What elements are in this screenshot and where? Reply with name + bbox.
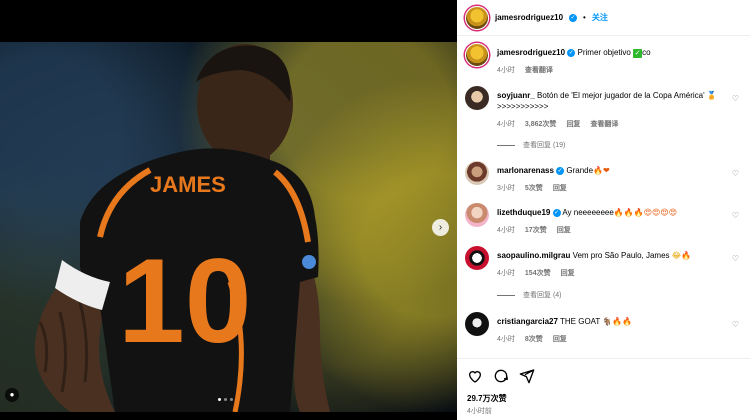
follow-button[interactable]: 关注	[592, 12, 608, 23]
view-replies-label[interactable]: 查看回复 (19)	[523, 140, 565, 150]
caption-time: 4小时	[497, 67, 515, 74]
comment-avatar[interactable]	[465, 203, 489, 227]
chevron-right-icon[interactable]: ›	[432, 219, 449, 236]
comment-time: 4小时	[497, 121, 515, 128]
reply-button[interactable]: 回复	[553, 183, 567, 193]
verified-icon: ✓	[552, 208, 561, 217]
comment-item: lizethduque19 ✓ Ay neeeeeeee🔥🔥🔥😍😍😍😍 4小时 …	[465, 203, 743, 239]
divider-line	[497, 294, 515, 296]
author-avatar[interactable]	[465, 5, 489, 30]
post-photo[interactable]: JAMES 10	[0, 42, 457, 412]
post-header: jamesrodriguez10 ✓ • 关注	[457, 0, 750, 36]
view-replies[interactable]: 查看回复 (4)	[497, 290, 562, 300]
comment-username[interactable]: saopaulino.milgrau	[497, 251, 570, 260]
comment-item: soyjuanr_ Botón de 'El mejor jugador de …	[465, 86, 743, 136]
view-replies[interactable]: 查看回复 (19)	[497, 140, 565, 150]
comments-panel: jamesrodriguez10 ✓ • 关注 jamesrodriguez10…	[457, 0, 750, 420]
caption-avatar[interactable]	[465, 43, 489, 67]
verified-icon: ✓	[569, 13, 578, 22]
comment-likes[interactable]: 8次赞	[525, 334, 543, 344]
heart-icon[interactable]: ♡	[732, 320, 739, 329]
comment-avatar[interactable]	[465, 161, 489, 185]
comment-username[interactable]: soyjuanr_	[497, 91, 535, 100]
post-time: 4小时前	[467, 408, 492, 415]
post-actions: 29.7万次赞 4小时前	[457, 358, 750, 420]
translate-link[interactable]: 查看翻译	[525, 65, 553, 75]
reply-button[interactable]: 回复	[566, 119, 580, 129]
comment-item: marlonarenass ✓ Grande🔥❤ 3小时 5次赞 回复 ♡	[465, 161, 743, 197]
comment-time: 3小时	[497, 185, 515, 192]
comment-icon[interactable]	[493, 368, 509, 384]
comment-time: 4小时	[497, 270, 515, 277]
heart-icon[interactable]: ♡	[732, 94, 739, 103]
comment-text: Ay neeeeeeee	[562, 208, 614, 217]
comment-username[interactable]: cristiangarcia27	[497, 317, 558, 326]
comment-username[interactable]: marlonarenass	[497, 166, 554, 175]
author-username[interactable]: jamesrodriguez10	[495, 13, 563, 22]
user-tag-icon[interactable]: ●	[5, 388, 19, 402]
comment-avatar[interactable]	[465, 246, 489, 270]
comment-text: Grande	[566, 166, 594, 175]
dot-separator: •	[583, 13, 586, 22]
comment-text: THE GOAT	[560, 317, 601, 326]
divider-line	[497, 144, 515, 146]
comment-avatar[interactable]	[465, 312, 489, 336]
comment-time: 4小时	[497, 336, 515, 343]
verified-icon: ✓	[567, 48, 576, 57]
reply-button[interactable]: 回复	[557, 225, 571, 235]
comment-item: saopaulino.milgrau Vem pro São Paulo, Ja…	[465, 246, 743, 282]
carousel-dots	[218, 398, 233, 401]
comment-time: 4小时	[497, 227, 515, 234]
comments-list: jamesrodriguez10 ✓ Primer objetivo ✓ co 4…	[457, 37, 750, 352]
comment-emojis: 🔥❤	[593, 166, 610, 175]
comment-text: Vem pro São Paulo, James	[572, 251, 670, 260]
carousel-dot	[224, 398, 227, 401]
comment-emojis: 😂🔥	[671, 251, 692, 260]
action-icons	[467, 368, 535, 384]
translate-link[interactable]: 查看翻译	[590, 119, 618, 129]
comment-emojis: 🐐🔥🔥	[602, 317, 633, 326]
caption: jamesrodriguez10 ✓ Primer objetivo ✓ co 4…	[465, 43, 743, 83]
carousel-dot	[230, 398, 233, 401]
comment-emojis: 🔥🔥🔥😍😍😍😍	[613, 208, 678, 217]
verified-icon: ✓	[556, 166, 565, 175]
caption-text-after: co	[642, 48, 651, 57]
comment-avatar[interactable]	[465, 86, 489, 110]
comment-username[interactable]: lizethduque19	[497, 208, 550, 217]
view-replies-label[interactable]: 查看回复 (4)	[523, 290, 562, 300]
caption-text: Primer objetivo	[577, 48, 634, 57]
heart-icon[interactable]: ♡	[732, 211, 739, 220]
comment-likes[interactable]: 17次赞	[525, 225, 547, 235]
jersey-number: 10	[118, 234, 251, 368]
heart-icon[interactable]: ♡	[732, 254, 739, 263]
share-icon[interactable]	[519, 368, 535, 384]
comment-item: cristiangarcia27 THE GOAT 🐐🔥🔥 4小时 8次赞 回复…	[465, 312, 743, 348]
reply-button[interactable]: 回复	[561, 268, 575, 278]
heart-icon[interactable]	[467, 368, 483, 384]
reply-button[interactable]: 回复	[553, 334, 567, 344]
like-count[interactable]: 29.7万次赞	[467, 393, 507, 404]
heart-icon[interactable]: ♡	[732, 169, 739, 178]
jersey-name: JAMES	[150, 172, 226, 197]
player-illustration: JAMES 10	[34, 44, 330, 412]
check-emoji: ✓	[633, 49, 643, 58]
carousel-dot	[218, 398, 221, 401]
comment-likes[interactable]: 154次赞	[525, 268, 551, 278]
caption-username[interactable]: jamesrodriguez10	[497, 48, 565, 57]
comment-likes[interactable]: 3,862次赞	[525, 119, 557, 129]
comment-likes[interactable]: 5次赞	[525, 183, 543, 193]
post-media: JAMES 10 › ●	[0, 0, 457, 420]
